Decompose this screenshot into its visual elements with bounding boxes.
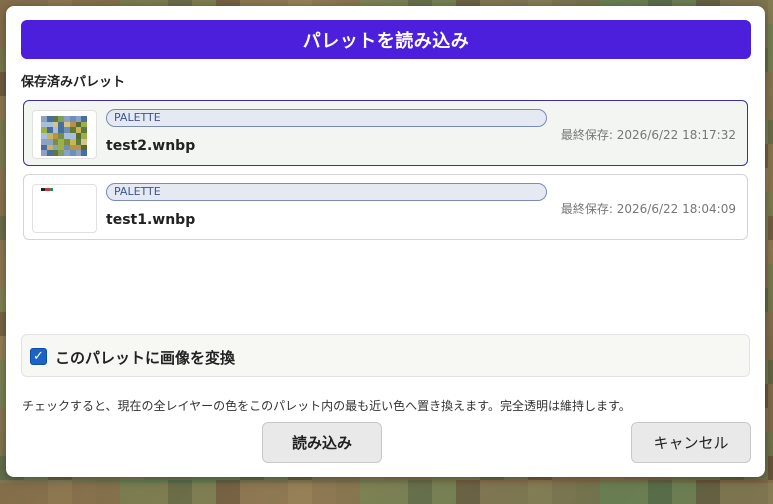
- backdrop-tile: [48, 480, 72, 504]
- backdrop-tile: [24, 480, 48, 504]
- backdrop-tile: [0, 480, 24, 504]
- backdrop-tile: [768, 384, 773, 408]
- backdrop-tile: [672, 480, 696, 504]
- backdrop-tile: [768, 216, 773, 240]
- backdrop-tile: [288, 480, 312, 504]
- convert-help-text: チェックすると、現在の全レイヤーの色をこのパレット内の最も近い色へ置き換えます。…: [22, 399, 631, 413]
- backdrop-tile: [768, 0, 773, 24]
- palette-thumbnail: [32, 110, 97, 159]
- backdrop-tile: [768, 456, 773, 480]
- backdrop-tile: [768, 24, 773, 48]
- palette-saved-at: 最終保存: 2026/6/22 18:17:32: [560, 128, 736, 142]
- palette-type-badge: PALETTE: [106, 109, 547, 127]
- backdrop-tile: [72, 480, 96, 504]
- palette-saved-at: 最終保存: 2026/6/22 18:04:09: [560, 202, 736, 216]
- backdrop-tile: [768, 432, 773, 456]
- backdrop-tile: [768, 168, 773, 192]
- backdrop-tile: [768, 144, 773, 168]
- backdrop-tile: [384, 480, 408, 504]
- backdrop-tile: [768, 408, 773, 432]
- backdrop-tile: [600, 480, 624, 504]
- load-button[interactable]: 読み込み: [262, 422, 382, 463]
- backdrop-tile: [408, 480, 432, 504]
- palette-file-name: test2.wnbp: [106, 138, 196, 154]
- backdrop-tile: [744, 480, 768, 504]
- backdrop-tile: [768, 312, 773, 336]
- backdrop-tile: [432, 480, 456, 504]
- convert-label: このパレットに画像を変換: [55, 349, 236, 367]
- palette-file-name: test1.wnbp: [106, 212, 196, 228]
- load-palette-dialog: パレットを読み込み 保存済みパレット PALETTE test2.wnbp 最終…: [6, 6, 765, 477]
- backdrop-tile: [768, 96, 773, 120]
- backdrop-tile: [144, 480, 168, 504]
- backdrop-tile: [504, 480, 528, 504]
- backdrop-tile: [264, 480, 288, 504]
- palette-thumbnail: [32, 184, 97, 233]
- backdrop-tile: [720, 480, 744, 504]
- backdrop-tile: [768, 48, 773, 72]
- backdrop-tile: [96, 480, 120, 504]
- palette-item-test1[interactable]: PALETTE test1.wnbp 最終保存: 2026/6/22 18:04…: [23, 174, 748, 240]
- dialog-title: パレットを読み込み: [21, 20, 751, 59]
- convert-option[interactable]: ✓ このパレットに画像を変換: [21, 334, 750, 377]
- backdrop-tile: [456, 480, 480, 504]
- backdrop-tile: [624, 480, 648, 504]
- backdrop-tile: [768, 120, 773, 144]
- backdrop-tile: [312, 480, 336, 504]
- convert-checkbox[interactable]: ✓: [30, 348, 47, 365]
- backdrop-tile: [120, 480, 144, 504]
- backdrop-tile: [168, 480, 192, 504]
- backdrop-tile: [768, 480, 773, 504]
- palette-item-test2[interactable]: PALETTE test2.wnbp 最終保存: 2026/6/22 18:17…: [23, 100, 748, 166]
- backdrop-tile: [336, 480, 360, 504]
- backdrop-tile: [768, 72, 773, 96]
- palette-type-badge: PALETTE: [106, 183, 547, 201]
- backdrop-tile: [192, 480, 216, 504]
- backdrop-tile: [768, 264, 773, 288]
- backdrop-tile: [768, 192, 773, 216]
- backdrop-tile: [768, 288, 773, 312]
- backdrop-tile: [552, 480, 576, 504]
- backdrop-tile: [528, 480, 552, 504]
- backdrop-tile: [768, 360, 773, 384]
- backdrop-tile: [240, 480, 264, 504]
- backdrop-tile: [696, 480, 720, 504]
- saved-palettes-label: 保存済みパレット: [21, 75, 126, 90]
- backdrop-tile: [576, 480, 600, 504]
- backdrop-tile: [768, 336, 773, 360]
- cancel-button[interactable]: キャンセル: [631, 422, 751, 463]
- backdrop-tile: [360, 480, 384, 504]
- backdrop-tile: [216, 480, 240, 504]
- thumbnail-pixel: [81, 150, 87, 156]
- backdrop-tile: [648, 480, 672, 504]
- backdrop-tile: [768, 240, 773, 264]
- backdrop-tile: [480, 480, 504, 504]
